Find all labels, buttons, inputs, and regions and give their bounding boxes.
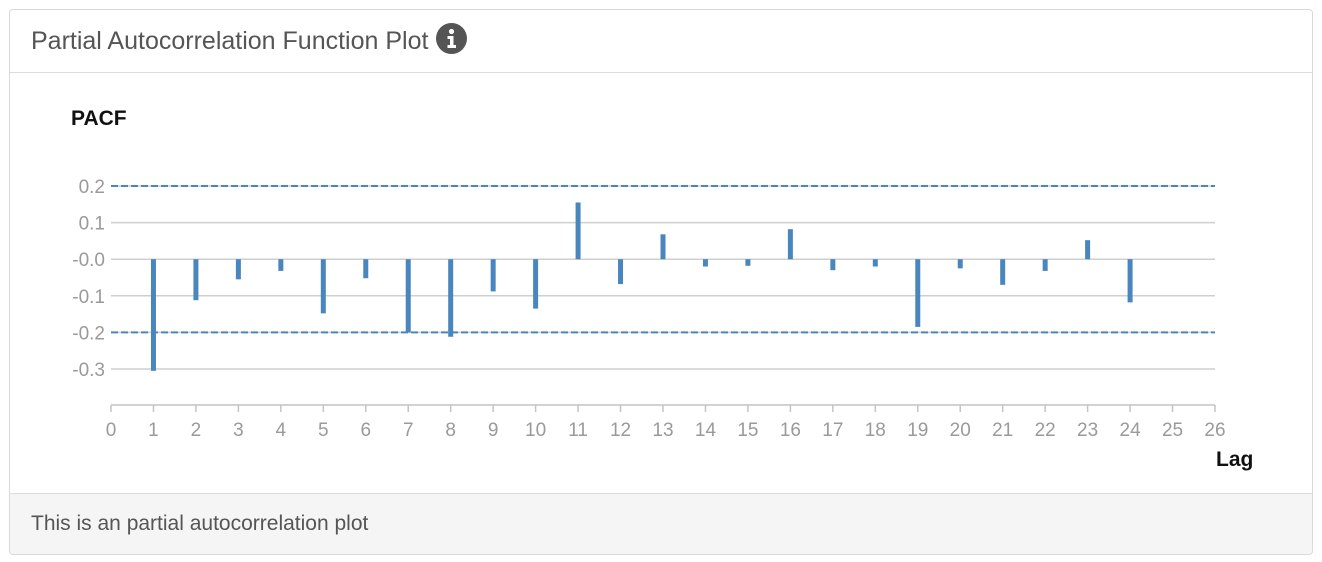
x-tick-label: 24 — [1120, 420, 1142, 441]
x-tick-label: 25 — [1162, 420, 1183, 441]
x-tick-label: 0 — [106, 420, 117, 441]
x-tick-label: 10 — [525, 420, 546, 441]
x-tick-label: 7 — [403, 420, 414, 441]
y-tick-label: 0.2 — [79, 177, 105, 198]
pacf-bar — [150, 259, 156, 371]
y-tick-label: -0.0 — [72, 250, 105, 271]
x-tick-label: 13 — [652, 420, 673, 441]
x-tick-label: 12 — [610, 420, 631, 441]
x-tick-label: 3 — [233, 420, 244, 441]
x-tick-label: 1 — [148, 420, 159, 441]
pacf-bar — [872, 259, 878, 267]
x-tick-label: 18 — [865, 420, 886, 441]
x-tick-label: 20 — [950, 420, 971, 441]
x-tick-label: 11 — [568, 420, 588, 441]
x-tick-label: 15 — [737, 420, 758, 441]
x-tick-label: 14 — [695, 420, 717, 441]
pacf-bar — [193, 259, 199, 301]
info-circle-icon[interactable] — [436, 22, 468, 54]
pacf-bar — [320, 259, 326, 314]
x-tick-label: 6 — [360, 420, 371, 441]
y-tick-label: -0.2 — [72, 323, 105, 344]
x-tick-label: 4 — [276, 420, 287, 441]
x-tick-label: 21 — [992, 420, 1013, 441]
pacf-bar — [235, 259, 241, 280]
chart-area: PACF Lag 0.2 0.1 -0.0 -0.1 -0.2 -0.3 01234567… — [10, 73, 1312, 494]
y-axis-label: PACF — [71, 107, 127, 130]
x-tick-label: 19 — [907, 420, 928, 441]
panel-footer: This is an partial autocorrelation plot — [10, 493, 1312, 554]
pacf-bar — [533, 259, 539, 309]
pacf-bar — [957, 259, 963, 269]
x-tick-label: 17 — [822, 420, 843, 441]
pacf-bar — [405, 259, 411, 333]
pacf-bar — [745, 259, 751, 266]
x-tick-label: 23 — [1077, 420, 1098, 441]
pacf-bar — [1000, 259, 1006, 285]
pacf-bar — [787, 229, 793, 260]
footer-text: This is an partial autocorrelation plot — [31, 512, 369, 535]
pacf-bar — [448, 259, 454, 337]
pacf-chart: PACF Lag 0.20.1-0.0-0.1-0.2-0.3 01234567… — [71, 107, 1253, 471]
panel-heading: Partial Autocorrelation Function Plot — [10, 10, 1312, 73]
pacf-bar — [1127, 259, 1133, 303]
pacf-bar — [618, 259, 624, 285]
pacf-bar — [830, 259, 836, 271]
pacf-bar — [490, 259, 496, 292]
pacf-bar — [575, 202, 581, 260]
y-tick-label: -0.1 — [72, 287, 105, 308]
x-tick-label: 2 — [191, 420, 202, 441]
pacf-bar — [702, 259, 708, 267]
y-tick-label: -0.3 — [72, 360, 105, 381]
pacf-bar — [278, 259, 284, 271]
pacf-bar — [1085, 240, 1091, 260]
pacf-panel: Partial Autocorrelation Function Plot PA… — [9, 9, 1313, 555]
x-tick-label: 22 — [1035, 420, 1056, 441]
pacf-bar — [363, 259, 369, 279]
pacf-bar — [660, 234, 666, 260]
x-axis-label: Lag — [1216, 448, 1253, 471]
pacf-bar — [915, 259, 921, 327]
x-tick-label: 9 — [488, 420, 499, 441]
x-tick-label: 5 — [318, 420, 329, 441]
x-tick-label: 16 — [780, 420, 801, 441]
y-tick-label: 0.1 — [79, 214, 105, 235]
x-tick-label: 26 — [1204, 420, 1225, 441]
panel-title: Partial Autocorrelation Function Plot — [31, 26, 429, 55]
pacf-bar — [1042, 259, 1048, 271]
x-tick-label: 8 — [445, 420, 456, 441]
